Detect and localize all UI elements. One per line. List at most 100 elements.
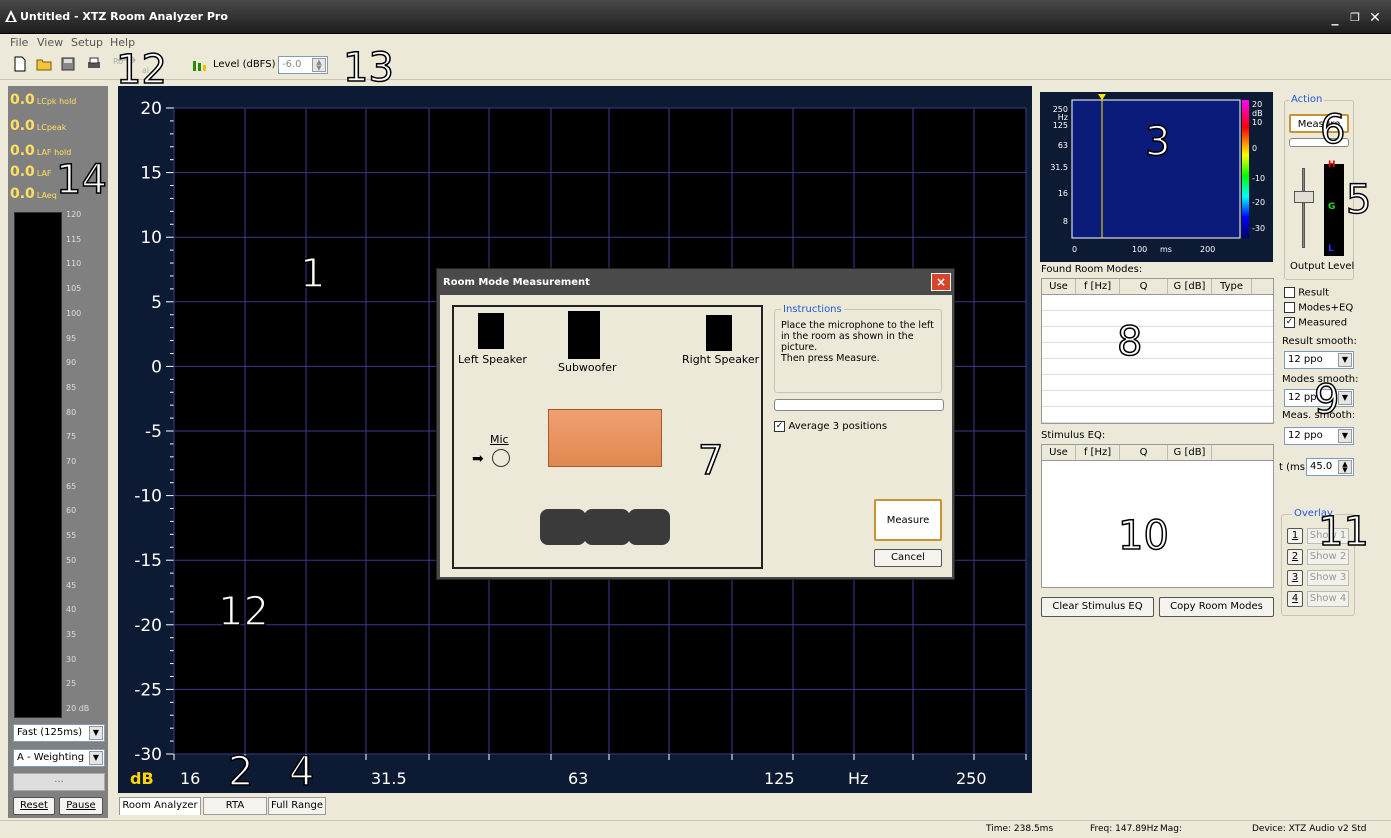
callout-11-overlay: 11	[1317, 509, 1369, 555]
y-tick-label: 15	[140, 164, 162, 184]
tab-full-range[interactable]: Full Range	[268, 797, 326, 815]
dialog-title: Room Mode Measurement	[443, 277, 590, 288]
menu-view[interactable]: View	[37, 36, 63, 49]
column-header[interactable]: Use	[1042, 445, 1076, 461]
tab-rta[interactable]: RTA	[203, 797, 267, 815]
average-checkbox-row[interactable]: ✓ Average 3 positions	[774, 419, 887, 432]
pause-button[interactable]: Pause	[59, 797, 103, 815]
measured-checkbox[interactable]: ✓	[1284, 317, 1295, 328]
room-modes-table[interactable]: Use f [Hz] Q G [dB] Type	[1041, 278, 1274, 424]
callout-12-graph: 12	[217, 589, 269, 635]
meter-scale-label: 45	[66, 580, 77, 590]
table-row[interactable]	[1042, 407, 1273, 423]
table-row[interactable]	[1042, 311, 1273, 327]
menu-setup[interactable]: Setup	[71, 36, 103, 49]
right-speaker-label: Right Speaker	[682, 353, 760, 366]
tab-room-analyzer[interactable]: Room Analyzer	[119, 797, 201, 815]
column-header[interactable]: Use	[1042, 279, 1076, 295]
overlay-number-button[interactable]: 4	[1287, 591, 1303, 607]
spl-reading: 0.0 LCpk hold	[10, 92, 76, 108]
table-row[interactable]	[1042, 327, 1273, 343]
meter-scale-label: 115	[66, 234, 82, 244]
overlay-show-button[interactable]: Show 4	[1307, 591, 1349, 607]
x-unit-label: Hz	[848, 769, 868, 788]
meas-smooth-select[interactable]: 12 ppo ▼	[1284, 427, 1354, 445]
spl-value: 0.0	[10, 164, 35, 180]
spin-icon[interactable]: ▲ ▼	[1338, 460, 1352, 474]
column-header[interactable]: Q	[1120, 445, 1168, 461]
save-icon[interactable]	[60, 56, 76, 72]
y-tick-label: -30	[134, 745, 162, 765]
spin-icon[interactable]: ▲ ▼	[312, 58, 326, 72]
right-speaker-shape	[706, 315, 732, 351]
output-slider-track[interactable]	[1302, 168, 1305, 248]
t-input[interactable]: 45.0 ▲ ▼	[1306, 458, 1354, 476]
modes-eq-checkbox-row[interactable]: Modes+EQ	[1284, 302, 1353, 314]
table-row[interactable]	[1042, 343, 1273, 359]
y-unit-label: dB	[130, 769, 154, 788]
column-header[interactable]: Type	[1212, 279, 1252, 295]
callout-14-spl: 14	[55, 157, 107, 203]
extra-field[interactable]: ...	[13, 773, 105, 791]
column-header[interactable]: f [Hz]	[1076, 445, 1120, 461]
table-row[interactable]	[1042, 295, 1273, 311]
clear-stimulus-button[interactable]: Clear Stimulus EQ	[1041, 597, 1154, 617]
chevron-down-icon[interactable]: ▼	[89, 726, 103, 740]
table-row[interactable]	[1042, 359, 1273, 375]
overlay-number-button[interactable]: 2	[1287, 549, 1303, 565]
open-folder-icon[interactable]	[36, 56, 52, 72]
restore-button[interactable]: ❐	[1346, 9, 1364, 27]
spectrogram[interactable]: 250Hz1256331.51680 100 ms 20020dB100-10-20-…	[1040, 92, 1273, 262]
meter-scale-label: 55	[66, 531, 77, 541]
measured-checkbox-row[interactable]: ✓ Measured	[1284, 317, 1347, 329]
dialog-cancel-button[interactable]: Cancel	[874, 549, 942, 567]
minimize-button[interactable]: _	[1326, 9, 1344, 27]
reset-button[interactable]: Reset	[13, 797, 55, 815]
spectro-x-tick: 200	[1200, 245, 1215, 254]
result-smooth-select[interactable]: 12 ppo ▼	[1284, 351, 1354, 369]
speed-select[interactable]: Fast (125ms) ▼	[13, 724, 105, 742]
column-header[interactable]: Q	[1120, 279, 1168, 295]
chevron-down-icon[interactable]: ▼	[1338, 429, 1352, 443]
new-file-icon[interactable]	[12, 56, 28, 72]
result-checkbox-row[interactable]: Result	[1284, 287, 1329, 299]
table-row[interactable]	[1042, 375, 1273, 391]
copy-room-modes-button[interactable]: Copy Room Modes	[1159, 597, 1274, 617]
overlay-number-button[interactable]: 3	[1287, 570, 1303, 586]
spectro-y-tick: 63	[1058, 141, 1068, 150]
status-device: Device: XTZ Audio v2 Std	[1252, 824, 1367, 834]
y-tick-label: 5	[151, 293, 162, 313]
close-button[interactable]: ✕	[1366, 9, 1384, 27]
callout-5-output: 5	[1345, 177, 1372, 223]
chevron-down-icon[interactable]: ▼	[89, 751, 103, 765]
app-logo-icon	[5, 10, 17, 22]
chevron-down-icon[interactable]: ▼	[1338, 353, 1352, 367]
dialog-measure-button[interactable]: Measure	[874, 499, 942, 541]
meter-scale-label: 40	[66, 605, 77, 615]
level-input[interactable]: -6.0 ▲ ▼	[278, 56, 328, 74]
print-icon[interactable]	[86, 56, 102, 72]
weighting-select[interactable]: A - Weighting ▼	[13, 749, 105, 767]
spl-reading: 0.0 LAeq	[10, 186, 57, 202]
overlay-number-button[interactable]: 1	[1287, 528, 1303, 544]
modes-eq-checkbox[interactable]	[1284, 302, 1295, 313]
spl-label: LCpk hold	[36, 97, 77, 106]
menu-bar: File View Setup Help	[0, 34, 1391, 52]
y-tick-label: 0	[151, 357, 162, 377]
average-label: Average 3 positions	[788, 421, 888, 432]
chevron-down-icon[interactable]: ▼	[1338, 391, 1352, 405]
menu-file[interactable]: File	[10, 36, 28, 49]
column-header[interactable]: G [dB]	[1168, 445, 1212, 461]
result-checkbox[interactable]	[1284, 287, 1295, 298]
table-row[interactable]	[1042, 391, 1273, 407]
progress-bar	[774, 399, 944, 411]
close-icon[interactable]: ×	[931, 273, 951, 291]
subwoofer-shape	[568, 311, 600, 359]
column-header[interactable]: f [Hz]	[1076, 279, 1120, 295]
callout-12-toolbar: 12	[115, 47, 167, 93]
column-header[interactable]: G [dB]	[1168, 279, 1212, 295]
average-checkbox[interactable]: ✓	[774, 420, 785, 432]
overlay-show-button[interactable]: Show 3	[1307, 570, 1349, 586]
instructions-title: Instructions	[781, 304, 844, 315]
output-slider-thumb[interactable]	[1294, 191, 1314, 203]
